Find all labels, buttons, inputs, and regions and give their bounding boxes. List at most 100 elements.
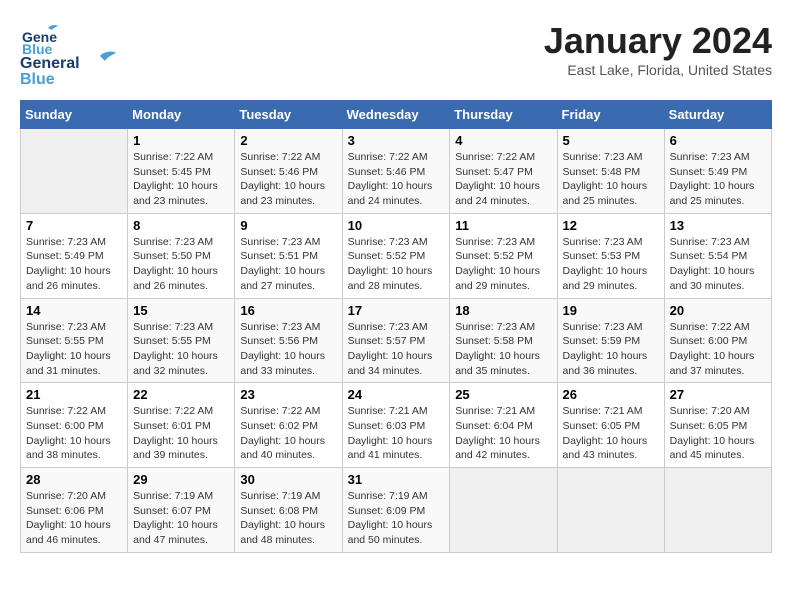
day-number: 10: [348, 218, 445, 233]
day-info: Sunrise: 7:23 AM Sunset: 5:57 PM Dayligh…: [348, 320, 445, 379]
day-number: 15: [133, 303, 229, 318]
day-info: Sunrise: 7:23 AM Sunset: 5:54 PM Dayligh…: [670, 235, 766, 294]
day-number: 23: [240, 387, 336, 402]
day-number: 21: [26, 387, 122, 402]
calendar-cell: 12Sunrise: 7:23 AM Sunset: 5:53 PM Dayli…: [557, 213, 664, 298]
calendar-cell: 2 Sunrise: 7:22 AM Sunset: 5:46 PM Daylig…: [235, 129, 342, 214]
calendar-cell: 14 Sunrise: 7:23 AM Sunset: 5:55 PM Dayli…: [21, 298, 128, 383]
day-info: Sunrise: 7:23 AM Sunset: 5:49 PM Dayligh…: [670, 150, 766, 209]
calendar-cell: [21, 129, 128, 214]
svg-text:General: General: [20, 55, 80, 72]
calendar-cell: 26 Sunrise: 7:21 AM Sunset: 6:05 PM Dayli…: [557, 383, 664, 468]
calendar-cell: 23 Sunrise: 7:22 AM Sunset: 6:02 PM Dayli…: [235, 383, 342, 468]
logo: General Blue General Blue: [20, 20, 120, 90]
day-info: Sunrise: 7:19 AM Sunset: 6:07 PM Dayligh…: [133, 489, 229, 548]
day-number: 25: [455, 387, 551, 402]
day-number: 16: [240, 303, 336, 318]
calendar-cell: 18 Sunrise: 7:23 AM Sunset: 5:58 PM Dayli…: [450, 298, 557, 383]
day-number: 26: [563, 387, 659, 402]
day-number: 1: [133, 133, 229, 148]
day-info: Sunrise: 7:23 AM Sunset: 5:59 PM Dayligh…: [563, 320, 659, 379]
day-header-tuesday: Tuesday: [235, 101, 342, 129]
day-number: 18: [455, 303, 551, 318]
day-info: Sunrise: 7:23 AM Sunset: 5:50 PM Dayligh…: [133, 235, 229, 294]
day-number: 17: [348, 303, 445, 318]
calendar-cell: 11Sunrise: 7:23 AM Sunset: 5:52 PM Dayli…: [450, 213, 557, 298]
day-header-saturday: Saturday: [664, 101, 771, 129]
day-info: Sunrise: 7:23 AM Sunset: 5:49 PM Dayligh…: [26, 235, 122, 294]
day-number: 3: [348, 133, 445, 148]
day-info: Sunrise: 7:20 AM Sunset: 6:06 PM Dayligh…: [26, 489, 122, 548]
day-number: 14: [26, 303, 122, 318]
day-number: 5: [563, 133, 659, 148]
day-number: 6: [670, 133, 766, 148]
day-info: Sunrise: 7:20 AM Sunset: 6:05 PM Dayligh…: [670, 404, 766, 463]
calendar-cell: [557, 468, 664, 553]
day-info: Sunrise: 7:22 AM Sunset: 5:45 PM Dayligh…: [133, 150, 229, 209]
day-number: 2: [240, 133, 336, 148]
day-info: Sunrise: 7:22 AM Sunset: 6:00 PM Dayligh…: [670, 320, 766, 379]
day-number: 19: [563, 303, 659, 318]
calendar-cell: 6 Sunrise: 7:23 AM Sunset: 5:49 PM Daylig…: [664, 129, 771, 214]
calendar-cell: 5 Sunrise: 7:23 AM Sunset: 5:48 PM Daylig…: [557, 129, 664, 214]
day-info: Sunrise: 7:23 AM Sunset: 5:52 PM Dayligh…: [455, 235, 551, 294]
day-info: Sunrise: 7:19 AM Sunset: 6:09 PM Dayligh…: [348, 489, 445, 548]
calendar-cell: 28 Sunrise: 7:20 AM Sunset: 6:06 PM Dayli…: [21, 468, 128, 553]
day-number: 8: [133, 218, 229, 233]
day-info: Sunrise: 7:23 AM Sunset: 5:55 PM Dayligh…: [26, 320, 122, 379]
day-number: 20: [670, 303, 766, 318]
day-info: Sunrise: 7:23 AM Sunset: 5:53 PM Dayligh…: [563, 235, 659, 294]
day-header-sunday: Sunday: [21, 101, 128, 129]
day-info: Sunrise: 7:22 AM Sunset: 5:46 PM Dayligh…: [348, 150, 445, 209]
calendar-cell: 31 Sunrise: 7:19 AM Sunset: 6:09 PM Dayli…: [342, 468, 450, 553]
day-number: 28: [26, 472, 122, 487]
day-info: Sunrise: 7:23 AM Sunset: 5:51 PM Dayligh…: [240, 235, 336, 294]
day-info: Sunrise: 7:19 AM Sunset: 6:08 PM Dayligh…: [240, 489, 336, 548]
calendar-cell: 3 Sunrise: 7:22 AM Sunset: 5:46 PM Daylig…: [342, 129, 450, 214]
day-info: Sunrise: 7:21 AM Sunset: 6:05 PM Dayligh…: [563, 404, 659, 463]
day-info: Sunrise: 7:21 AM Sunset: 6:03 PM Dayligh…: [348, 404, 445, 463]
day-info: Sunrise: 7:23 AM Sunset: 5:56 PM Dayligh…: [240, 320, 336, 379]
logo-svg: General Blue: [20, 48, 120, 90]
calendar-week-3: 14 Sunrise: 7:23 AM Sunset: 5:55 PM Dayli…: [21, 298, 772, 383]
calendar-cell: 21Sunrise: 7:22 AM Sunset: 6:00 PM Dayli…: [21, 383, 128, 468]
calendar-table: SundayMondayTuesdayWednesdayThursdayFrid…: [20, 100, 772, 553]
day-info: Sunrise: 7:22 AM Sunset: 6:01 PM Dayligh…: [133, 404, 229, 463]
day-info: Sunrise: 7:22 AM Sunset: 6:02 PM Dayligh…: [240, 404, 336, 463]
calendar-cell: 30 Sunrise: 7:19 AM Sunset: 6:08 PM Dayli…: [235, 468, 342, 553]
day-number: 4: [455, 133, 551, 148]
calendar-cell: 20 Sunrise: 7:22 AM Sunset: 6:00 PM Dayli…: [664, 298, 771, 383]
calendar-cell: [450, 468, 557, 553]
calendar-body: 1 Sunrise: 7:22 AM Sunset: 5:45 PM Daylig…: [21, 129, 772, 553]
day-header-monday: Monday: [128, 101, 235, 129]
day-header-friday: Friday: [557, 101, 664, 129]
day-number: 13: [670, 218, 766, 233]
calendar-cell: 27 Sunrise: 7:20 AM Sunset: 6:05 PM Dayli…: [664, 383, 771, 468]
day-info: Sunrise: 7:21 AM Sunset: 6:04 PM Dayligh…: [455, 404, 551, 463]
calendar-cell: 25 Sunrise: 7:21 AM Sunset: 6:04 PM Dayli…: [450, 383, 557, 468]
day-number: 27: [670, 387, 766, 402]
page-header: General Blue General Blue January 2024 E…: [20, 20, 772, 90]
day-number: 7: [26, 218, 122, 233]
calendar-cell: 4Sunrise: 7:22 AM Sunset: 5:47 PM Daylig…: [450, 129, 557, 214]
day-number: 31: [348, 472, 445, 487]
day-info: Sunrise: 7:22 AM Sunset: 5:46 PM Dayligh…: [240, 150, 336, 209]
calendar-cell: 24Sunrise: 7:21 AM Sunset: 6:03 PM Dayli…: [342, 383, 450, 468]
calendar-title: January 2024: [544, 20, 772, 62]
day-number: 29: [133, 472, 229, 487]
day-info: Sunrise: 7:23 AM Sunset: 5:48 PM Dayligh…: [563, 150, 659, 209]
calendar-header-row: SundayMondayTuesdayWednesdayThursdayFrid…: [21, 101, 772, 129]
day-info: Sunrise: 7:23 AM Sunset: 5:55 PM Dayligh…: [133, 320, 229, 379]
day-number: 22: [133, 387, 229, 402]
calendar-week-2: 7 Sunrise: 7:23 AM Sunset: 5:49 PM Daylig…: [21, 213, 772, 298]
calendar-cell: 29 Sunrise: 7:19 AM Sunset: 6:07 PM Dayli…: [128, 468, 235, 553]
day-header-wednesday: Wednesday: [342, 101, 450, 129]
day-info: Sunrise: 7:23 AM Sunset: 5:58 PM Dayligh…: [455, 320, 551, 379]
title-section: January 2024 East Lake, Florida, United …: [544, 20, 772, 78]
calendar-week-5: 28 Sunrise: 7:20 AM Sunset: 6:06 PM Dayli…: [21, 468, 772, 553]
day-number: 30: [240, 472, 336, 487]
calendar-week-1: 1 Sunrise: 7:22 AM Sunset: 5:45 PM Daylig…: [21, 129, 772, 214]
day-number: 9: [240, 218, 336, 233]
calendar-cell: 16 Sunrise: 7:23 AM Sunset: 5:56 PM Dayli…: [235, 298, 342, 383]
calendar-cell: [664, 468, 771, 553]
